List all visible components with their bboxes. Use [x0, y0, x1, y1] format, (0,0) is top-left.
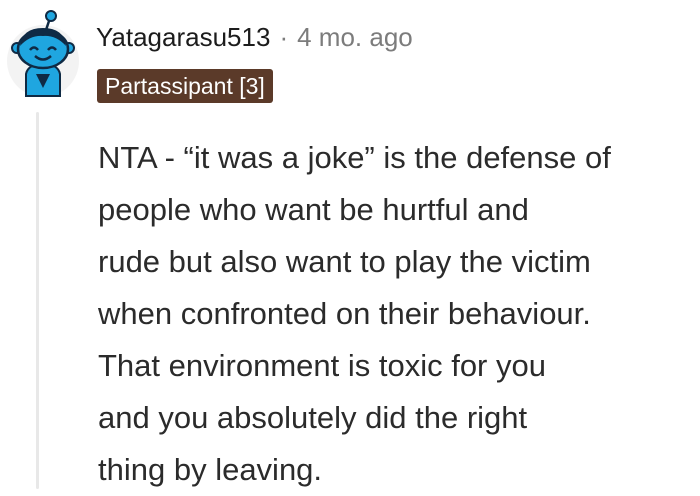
comment-line: thing by leaving.: [98, 452, 323, 487]
comment-line: when confronted on their behaviour.: [98, 296, 591, 331]
comment-meta: Yatagarasu513 · 4 mo. ago: [96, 19, 413, 55]
username-link[interactable]: Yatagarasu513: [96, 22, 270, 53]
comment-line: That environment is toxic for you: [98, 348, 546, 383]
comment-line: NTA - “it was a joke” is the defense of: [98, 140, 611, 175]
comment-line: people who want be hurtful and: [98, 192, 529, 227]
meta-separator: ·: [279, 21, 289, 52]
comment-body: NTA - “it was a joke” is the defense of …: [98, 132, 694, 496]
comment-line: rude but also want to play the victim: [98, 244, 591, 279]
thread-line[interactable]: [36, 112, 39, 489]
comment-line: and you absolutely did the right: [98, 400, 528, 435]
user-flair-badge: Partassipant [3]: [97, 69, 273, 103]
user-avatar[interactable]: [6, 8, 80, 98]
snoo-avatar-icon: [7, 10, 79, 97]
comment-timestamp[interactable]: 4 mo. ago: [297, 22, 413, 53]
